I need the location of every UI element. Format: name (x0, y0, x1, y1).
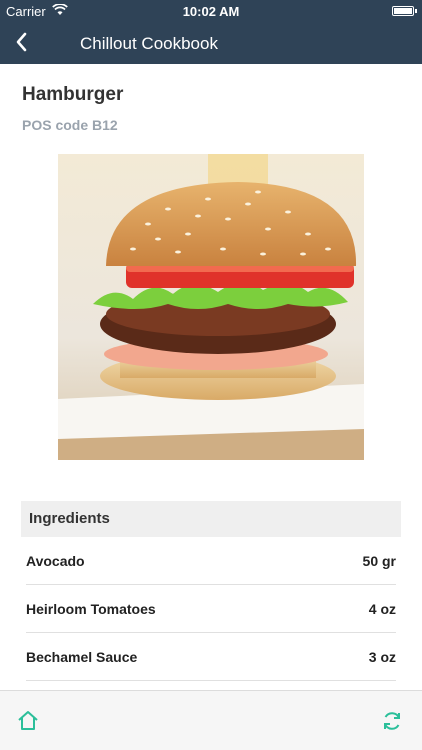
home-icon (18, 711, 38, 730)
ingredient-row[interactable]: Bechamel Sauce 3 oz (26, 633, 396, 681)
ingredient-row[interactable]: Avocado 50 gr (26, 537, 396, 585)
ingredient-quantity: 3 oz (368, 649, 396, 665)
ingredient-row[interactable]: Heirloom Tomatoes 4 oz (26, 585, 396, 633)
ingredient-name: Avocado (26, 553, 85, 569)
ingredient-quantity: 50 gr (362, 553, 396, 569)
status-bar: Carrier 10:02 AM (0, 0, 422, 22)
pos-code: POS code B12 (22, 117, 118, 133)
refresh-icon (384, 712, 400, 730)
ingredient-quantity: 4 oz (368, 601, 396, 617)
ingredient-name: Bechamel Sauce (26, 649, 138, 665)
dish-photo (58, 154, 364, 460)
back-button[interactable] (10, 30, 34, 54)
recipe-content[interactable]: Hamburger POS code B12 Ingredients Avoca… (0, 64, 422, 690)
clock: 10:02 AM (182, 4, 240, 19)
nav-bar: Chillout Cookbook (0, 22, 422, 64)
nav-title: Chillout Cookbook (80, 34, 218, 53)
chevron-left-icon (16, 32, 27, 52)
ingredients-header: Ingredients (21, 501, 401, 537)
tab-bar (0, 690, 422, 750)
ingredient-name: Heirloom Tomatoes (26, 601, 156, 617)
refresh-button[interactable] (380, 709, 404, 733)
dish-title: Hamburger (22, 84, 124, 105)
battery-icon (392, 6, 417, 16)
home-button[interactable] (16, 709, 40, 733)
